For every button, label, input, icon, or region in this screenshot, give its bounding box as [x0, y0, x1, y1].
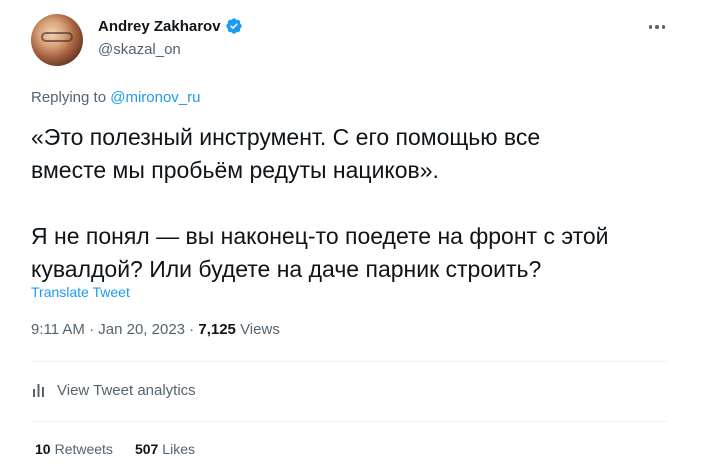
translate-tweet-link[interactable]: Translate Tweet — [31, 284, 130, 300]
more-dot-icon — [661, 25, 666, 29]
views-count: 7,125 — [198, 321, 236, 338]
meta-separator: · — [185, 321, 199, 338]
analytics-bar-icon — [33, 384, 44, 397]
meta-separator: · — [84, 321, 99, 338]
views-label: Views — [235, 321, 280, 338]
likes-count: 507 — [134, 441, 159, 457]
avatar-glasses-detail — [41, 32, 73, 42]
author-name-row: Andrey Zakharov — [98, 17, 243, 35]
divider — [31, 361, 667, 362]
engagement-stats: 10 Retweets 507 Likes — [35, 441, 217, 457]
reply-mention-link[interactable]: @mironov_ru — [110, 89, 200, 106]
retweets-label: Retweets — [54, 441, 113, 457]
replying-to-prefix: Replying to — [31, 89, 107, 106]
divider — [31, 421, 667, 422]
author-display-name[interactable]: Andrey Zakharov — [98, 18, 221, 35]
retweets-count: 10 — [35, 441, 51, 457]
retweets-stat[interactable]: 10 Retweets — [35, 441, 113, 457]
tweet-date[interactable]: Jan 20, 2023 — [98, 321, 185, 338]
analytics-label: View Tweet analytics — [57, 381, 196, 399]
tweet-meta: 9:11 AM · Jan 20, 2023 · 7,125 Views — [31, 321, 280, 338]
likes-stat[interactable]: 507 Likes — [135, 441, 195, 457]
tweet-time[interactable]: 9:11 AM — [31, 321, 85, 338]
more-dot-icon — [648, 25, 653, 29]
more-options-button[interactable] — [644, 14, 670, 40]
likes-label: Likes — [162, 441, 195, 457]
tweet-text: «Это полезный инструмент. С его помощью … — [31, 124, 609, 282]
avatar[interactable] — [31, 14, 83, 66]
view-tweet-analytics-button[interactable]: View Tweet analytics — [31, 381, 196, 399]
replying-to-line: Replying to @mironov_ru — [31, 89, 200, 106]
verified-badge-icon — [225, 18, 242, 34]
author-handle[interactable]: @skazal_on — [98, 41, 181, 58]
more-dot-icon — [655, 25, 659, 29]
